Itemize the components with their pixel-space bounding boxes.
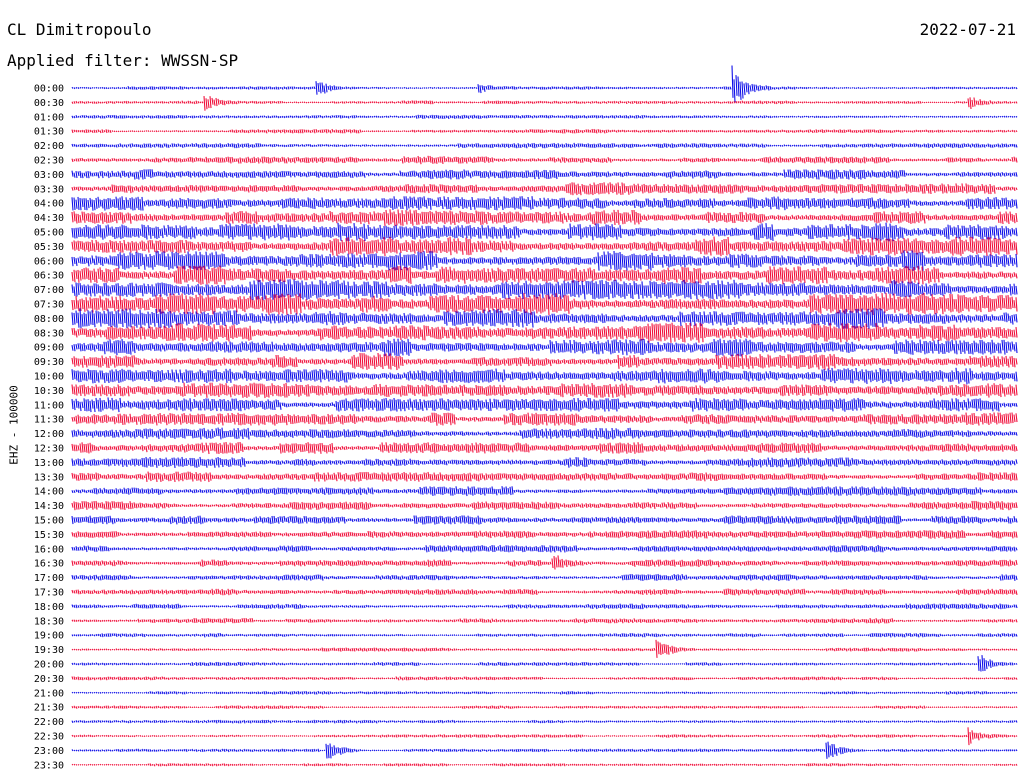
trace-row-1130 [71,412,1018,426]
trace-row-0000 [71,65,1018,103]
trace-row-2230 [71,727,1018,746]
row-label: 20:30 [34,674,64,685]
trace-row-2130 [71,705,1018,710]
row-label: 01:30 [34,127,64,138]
trace-row-2330 [71,762,1018,767]
row-label: 06:30 [34,271,64,282]
trace-row-1630 [71,555,1018,570]
trace-row-1830 [71,617,1018,624]
helicorder-plot: 00:00 00:30 01:00 01:30 02:00 02:30 03:00 03:30… [34,65,1018,772]
trace-row-1330 [71,471,1018,483]
row-label: 15:00 [34,516,64,527]
row-label: 23:30 [34,760,64,771]
row-label: 17:30 [34,588,64,599]
trace-group [71,65,1018,767]
trace-row-1400 [71,486,1018,497]
trace-row-0930 [71,352,1018,371]
trace-row-1030 [71,382,1018,399]
row-label: 19:00 [34,631,64,642]
trace-row-1600 [71,544,1018,553]
row-label: 14:00 [34,487,64,498]
row-label: 01:00 [34,112,64,123]
trace-row-2100 [71,690,1018,695]
trace-row-2000 [71,655,1018,672]
row-label: 05:00 [34,228,64,239]
row-label: 10:00 [34,372,64,383]
trace-row-0630 [71,265,1018,285]
row-label: 11:30 [34,415,64,426]
row-label: 15:30 [34,530,64,541]
row-label: 03:30 [34,184,64,195]
row-label: 19:30 [34,645,64,656]
trace-row-0200 [71,142,1018,149]
trace-row-0230 [71,155,1018,165]
row-label: 16:30 [34,559,64,570]
row-label-group: 00:00 00:30 01:00 01:30 02:00 02:30 03:00 03:30… [34,84,64,772]
trace-row-1100 [71,397,1018,413]
row-label: 00:30 [34,98,64,109]
row-label: 05:30 [34,242,64,253]
trace-row-0500 [71,222,1018,242]
row-label: 13:30 [34,472,64,483]
row-label: 18:30 [34,616,64,627]
trace-row-1200 [71,427,1018,440]
row-label: 02:30 [34,156,64,167]
trace-row-1230 [71,441,1018,455]
row-label: 18:00 [34,602,64,613]
trace-row-1000 [71,367,1018,385]
row-label: 21:00 [34,688,64,699]
trace-row-1500 [71,515,1018,525]
row-label: 09:30 [34,357,64,368]
row-label: 10:30 [34,386,64,397]
row-label: 07:30 [34,300,64,311]
trace-row-1800 [71,603,1018,610]
trace-row-1530 [71,530,1018,539]
row-label: 21:30 [34,703,64,714]
trace-row-0430 [71,209,1018,226]
row-label: 03:00 [34,170,64,181]
trace-row-1700 [71,573,1018,582]
row-label: 22:30 [34,732,64,743]
trace-row-0030 [71,96,1018,111]
row-label: 08:30 [34,328,64,339]
trace-row-0400 [71,196,1018,211]
trace-row-1900 [71,632,1018,638]
trace-row-1730 [71,588,1018,596]
row-label: 04:00 [34,199,64,210]
row-label: 12:00 [34,429,64,440]
row-label: 12:30 [34,444,64,455]
trace-row-0100 [71,114,1018,120]
row-label: 16:00 [34,544,64,555]
trace-row-0300 [71,169,1018,180]
row-label: 07:00 [34,285,64,296]
trace-row-2030 [71,676,1018,681]
trace-row-0130 [71,128,1018,134]
trace-row-1430 [71,500,1018,511]
row-label: 20:00 [34,660,64,671]
trace-row-2300 [71,741,1018,759]
row-label: 22:00 [34,717,64,728]
trace-row-0530 [71,236,1018,257]
row-label: 09:00 [34,343,64,354]
trace-row-2200 [71,719,1018,724]
row-label: 23:00 [34,746,64,757]
row-label: 06:00 [34,256,64,267]
row-label: 11:00 [34,400,64,411]
row-label: 04:30 [34,213,64,224]
row-label: 14:30 [34,501,64,512]
trace-row-1930 [71,639,1018,658]
row-label: 13:00 [34,458,64,469]
row-label: 02:00 [34,141,64,152]
row-label: 08:00 [34,314,64,325]
row-label: 17:00 [34,573,64,584]
trace-row-0900 [71,338,1018,357]
row-label: 00:00 [34,84,64,95]
trace-row-0330 [71,182,1018,196]
trace-row-1300 [71,456,1018,469]
